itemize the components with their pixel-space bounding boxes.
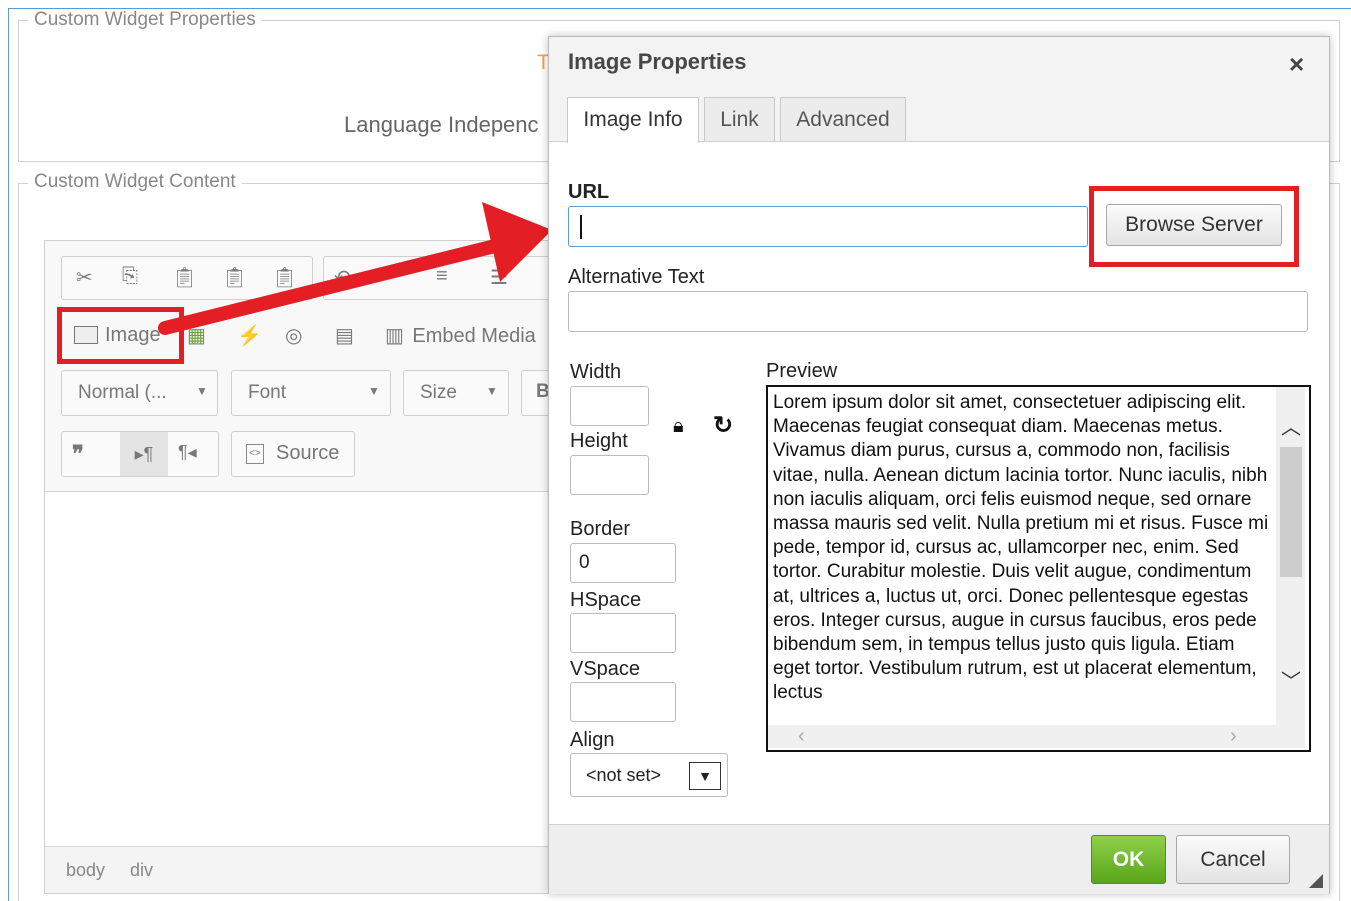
path-item-div[interactable]: div (130, 860, 153, 881)
preview-box: Lorem ipsum dolor sit amet, consectetuer… (766, 385, 1311, 752)
preview-text: Lorem ipsum dolor sit amet, consectetuer… (773, 392, 1269, 704)
scrollbar-thumb[interactable] (1280, 447, 1302, 577)
vspace-label: VSpace (570, 658, 641, 680)
width-label: Width (570, 361, 622, 383)
reset-size-icon[interactable]: ↻ (713, 411, 733, 440)
source-icon: <> (246, 444, 264, 464)
dialog-titlebar[interactable]: Image Properties × (549, 37, 1329, 88)
scroll-left-icon[interactable]: ‹ (798, 725, 805, 748)
source-button[interactable]: <> Source (231, 431, 355, 477)
border-input[interactable] (570, 543, 676, 583)
editor-content-area[interactable] (45, 492, 585, 846)
scroll-down-icon[interactable]: ﹀ (1281, 665, 1301, 694)
font-combo-value: Font (248, 382, 287, 403)
hspace-input[interactable] (570, 613, 676, 653)
highlight-browse-server (1089, 186, 1299, 267)
format-combo-value: Normal (... (78, 382, 167, 403)
height-input[interactable] (570, 455, 649, 495)
blockquote-icon[interactable]: ❞ (72, 441, 84, 467)
cut-icon[interactable]: ✂ (76, 265, 93, 290)
lock-ratio-icon[interactable]: 🔒︎ (673, 415, 684, 438)
element-path-bar: body div (45, 846, 585, 893)
alt-text-input[interactable] (568, 291, 1308, 332)
align-select-value: <not set> (586, 765, 662, 785)
ltr-icon[interactable]: ▸¶ (120, 432, 168, 476)
size-combo-value: Size (420, 382, 457, 403)
resize-handle-icon[interactable] (1309, 874, 1323, 888)
image-properties-dialog: Image Properties × Image Info Link Advan… (548, 36, 1330, 894)
vspace-input[interactable] (570, 682, 676, 722)
cancel-button[interactable]: Cancel (1176, 835, 1290, 884)
font-combo[interactable]: Font ▼ (231, 370, 391, 416)
language-label: Language Indepenc (344, 112, 539, 137)
rtl-icon[interactable]: ¶◂ (178, 442, 197, 463)
size-combo[interactable]: Size ▼ (403, 370, 509, 416)
copy-icon[interactable]: ⎘ (122, 265, 138, 288)
scroll-right-icon[interactable]: › (1230, 725, 1237, 748)
alt-text-label: Alternative Text (568, 266, 705, 288)
chevron-down-icon: ▼ (196, 384, 208, 398)
annotation-arrow (158, 202, 552, 335)
properties-legend: Custom Widget Properties (28, 9, 262, 31)
ok-button[interactable]: OK (1091, 835, 1166, 884)
content-legend: Custom Widget Content (28, 171, 242, 193)
chevron-down-icon: ▼ (486, 384, 498, 398)
block-group: ❞ ▸¶ ¶◂ (61, 431, 219, 477)
chevron-down-icon: ▼ (689, 762, 721, 790)
align-label: Align (570, 729, 615, 751)
chevron-down-icon: ▼ (368, 384, 380, 398)
tab-link[interactable]: Link (704, 97, 775, 141)
dialog-tabbar: Image Info Link Advanced (549, 87, 1329, 143)
tab-advanced[interactable]: Advanced (780, 97, 906, 141)
width-input[interactable] (570, 386, 649, 426)
text-cursor (580, 215, 582, 239)
url-input[interactable] (568, 206, 1088, 247)
url-label: URL (568, 181, 610, 203)
source-label: Source (276, 442, 340, 464)
height-label: Height (570, 430, 628, 452)
dialog-title: Image Properties (568, 49, 747, 74)
tab-image-info[interactable]: Image Info (567, 97, 699, 143)
hspace-label: HSpace (570, 589, 642, 611)
align-select[interactable]: <not set> ▼ (570, 753, 728, 797)
preview-label: Preview (766, 360, 838, 382)
preview-horizontal-scrollbar[interactable]: ‹ › (768, 725, 1305, 748)
preview-vertical-scrollbar[interactable]: ︿ ﹀ (1276, 387, 1305, 725)
format-combo[interactable]: Normal (... ▼ (61, 370, 218, 416)
path-item-body[interactable]: body (66, 860, 105, 881)
border-label: Border (570, 518, 631, 540)
scroll-up-icon[interactable]: ︿ (1281, 411, 1301, 440)
close-icon[interactable]: × (1289, 49, 1304, 80)
dialog-footer: OK Cancel (549, 824, 1329, 894)
